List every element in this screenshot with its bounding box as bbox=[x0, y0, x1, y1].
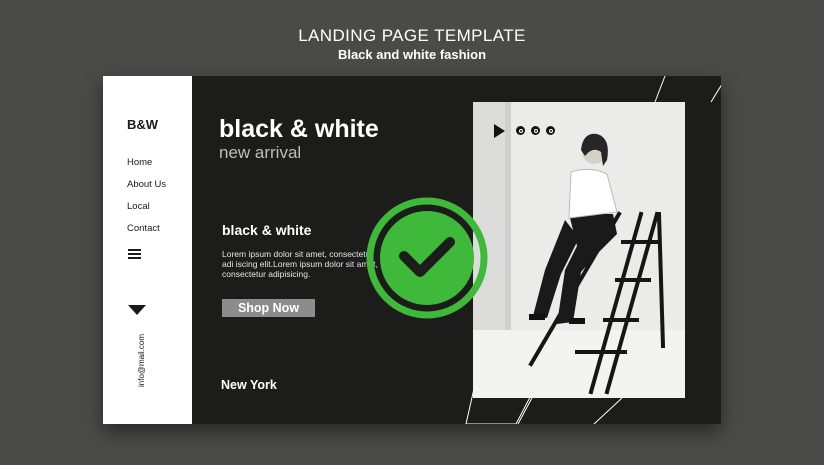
section-title: black & white bbox=[222, 222, 312, 238]
template-title: LANDING PAGE TEMPLATE bbox=[298, 26, 526, 45]
nav-item-contact[interactable]: Contact bbox=[127, 223, 166, 245]
shop-now-button[interactable]: Shop Now bbox=[222, 299, 315, 317]
triangle-down-icon[interactable] bbox=[128, 305, 146, 315]
body-text: Lorem ipsum dolor sit amet, consectetur … bbox=[222, 249, 378, 279]
play-icon[interactable] bbox=[494, 124, 505, 138]
twitter-icon[interactable] bbox=[516, 126, 525, 135]
email-link[interactable]: info@mail.com bbox=[137, 334, 146, 387]
nav-menu: Home About Us Local Contact bbox=[127, 157, 166, 245]
hero-title: black & white bbox=[219, 115, 379, 143]
hamburger-icon[interactable] bbox=[128, 249, 141, 261]
instagram-icon[interactable] bbox=[531, 126, 540, 135]
sidebar: B&W Home About Us Local Contact info@mai… bbox=[103, 76, 192, 424]
checkmark-icon bbox=[366, 197, 488, 319]
hero-subtitle: new arrival bbox=[219, 143, 302, 162]
photo-illustration bbox=[473, 102, 685, 398]
nav-item-local[interactable]: Local bbox=[127, 201, 166, 223]
model-photo bbox=[473, 102, 685, 398]
nav-item-home[interactable]: Home bbox=[127, 157, 166, 179]
nav-item-about-us[interactable]: About Us bbox=[127, 179, 166, 201]
location-label: New York bbox=[221, 378, 277, 392]
whatsapp-icon[interactable] bbox=[546, 126, 555, 135]
template-subtitle: Black and white fashion bbox=[337, 47, 487, 62]
logo: B&W bbox=[127, 117, 159, 132]
